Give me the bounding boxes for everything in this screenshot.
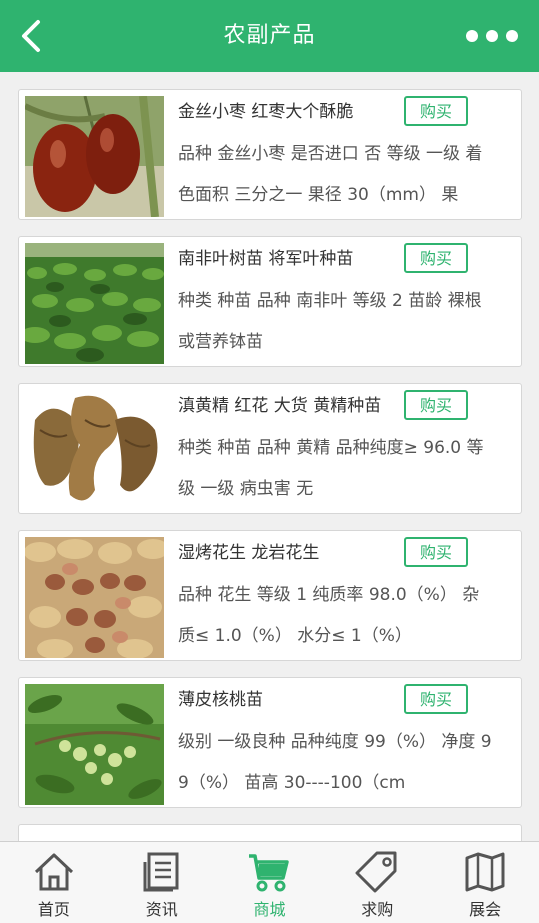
buy-button[interactable]: 购买: [404, 537, 468, 567]
tab-exhibition[interactable]: 展会: [431, 842, 539, 923]
tab-mall[interactable]: 商城: [216, 842, 324, 923]
news-icon: [143, 852, 179, 892]
buy-button[interactable]: 购买: [404, 243, 468, 273]
product-description: 品种 金丝小枣 是否进口 否 等级 一级 着色面积 三分之一 果径 30（mm）…: [178, 144, 483, 205]
buy-button[interactable]: 购买: [404, 684, 468, 714]
product-description: 种类 种苗 品种 黄精 品种纯度≥ 96.0 等级 一级 病虫害 无: [178, 438, 484, 499]
product-image-peanuts: [25, 537, 164, 658]
product-image-seedlings: [25, 243, 164, 364]
product-card[interactable]: 湿烤花生 龙岩花生 购买 品种 花生 等级 1 纯质率 98.0（%） 杂质≤ …: [18, 530, 522, 661]
product-description: 品种 花生 等级 1 纯质率 98.0（%） 杂质≤ 1.0（%） 水分≤ 1（…: [178, 585, 480, 646]
product-image-jujube: [25, 96, 164, 217]
cart-icon: [249, 854, 290, 892]
page-title: 农副产品: [223, 23, 316, 48]
product-card[interactable]: 滇黄精 红花 大货 黄精种苗 购买 种类 种苗 品种 黄精 品种纯度≥ 96.0…: [18, 383, 522, 514]
bottom-tab-bar: 首页 资讯 商城 求购 展会: [0, 841, 539, 923]
map-icon: [465, 852, 505, 892]
more-button[interactable]: [465, 24, 521, 48]
product-card[interactable]: 金丝小枣 红枣大个酥脆 购买 品种 金丝小枣 是否进口 否 等级 一级 着色面积…: [18, 89, 522, 220]
home-icon: [34, 853, 73, 891]
tab-news[interactable]: 资讯: [108, 842, 216, 923]
product-card[interactable]: 薄皮核桃苗 购买 级别 一级良种 品种纯度 99（%） 净度 99（%） 苗高 …: [18, 677, 522, 808]
tag-icon: [355, 851, 397, 893]
tab-home[interactable]: 首页: [0, 842, 108, 923]
product-name[interactable]: 金丝小枣 红枣大个酥脆: [178, 98, 398, 126]
product-name[interactable]: 湿烤花生 龙岩花生: [178, 539, 398, 567]
buy-button[interactable]: 购买: [404, 390, 468, 420]
product-image-walnut: [25, 684, 164, 805]
product-name[interactable]: 薄皮核桃苗: [178, 686, 398, 714]
tab-wanted[interactable]: 求购: [323, 842, 431, 923]
header-bar: 农副产品: [0, 0, 539, 72]
product-name[interactable]: 南非叶树苗 将军叶种苗: [178, 245, 398, 273]
product-description: 级别 一级良种 品种纯度 99（%） 净度 99（%） 苗高 30----100…: [178, 732, 492, 793]
tab-label: 首页: [37, 900, 70, 919]
tab-label: 展会: [469, 900, 502, 919]
tab-label: 资讯: [145, 900, 178, 919]
product-card[interactable]: 南非叶树苗 将军叶种苗 购买 种类 种苗 品种 南非叶 等级 2 苗龄 裸根或营…: [18, 236, 522, 367]
product-name[interactable]: 滇黄精 红花 大货 黄精种苗: [178, 392, 398, 420]
buy-button[interactable]: 购买: [404, 96, 468, 126]
product-description: 种类 种苗 品种 南非叶 等级 2 苗龄 裸根或营养钵苗: [178, 291, 482, 352]
product-list: 金丝小枣 红枣大个酥脆 购买 品种 金丝小枣 是否进口 否 等级 一级 着色面积…: [18, 89, 524, 860]
tab-label: 求购: [361, 900, 394, 919]
product-image-polygonatum: [25, 390, 164, 511]
tab-label: 商城: [253, 900, 286, 919]
more-dots-icon: [466, 30, 518, 42]
